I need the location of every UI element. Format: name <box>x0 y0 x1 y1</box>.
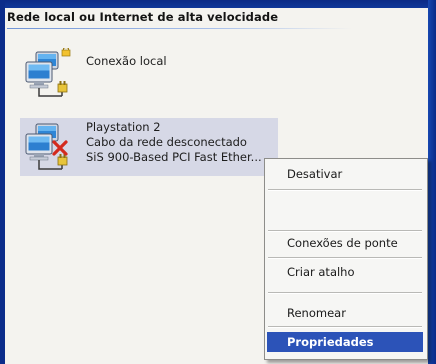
menu-separator <box>268 189 422 191</box>
connection-name: Playstation 2 <box>86 120 161 134</box>
menu-item-conexoes-de-ponte[interactable]: Conexões de ponte <box>267 233 423 253</box>
menu-separator <box>268 326 422 328</box>
menu-separator <box>268 292 422 294</box>
connection-item-playstation-2[interactable]: Playstation 2 Cabo da rede desconectado … <box>20 118 278 176</box>
menu-separator <box>268 257 422 259</box>
connection-device: SiS 900-Based PCI Fast Ether... <box>86 150 262 164</box>
connection-item-local[interactable]: Conexão local <box>20 47 180 118</box>
menu-item-renomear[interactable]: Renomear <box>267 303 423 323</box>
menu-item-criar-atalho[interactable]: Criar atalho <box>267 262 423 282</box>
desktop-background-right <box>428 0 436 364</box>
network-connection-icon <box>22 47 76 100</box>
group-header-title: Rede local ou Internet de alta velocidad… <box>7 10 279 24</box>
group-header-divider <box>7 28 352 29</box>
connection-name: Conexão local <box>86 54 167 68</box>
context-menu: Desativar Conexões de ponte Criar atalho… <box>264 158 428 360</box>
menu-separator <box>268 230 422 232</box>
menu-item-propriedades[interactable]: Propriedades <box>267 332 423 352</box>
network-disconnected-icon <box>22 122 76 174</box>
menu-item-desativar[interactable]: Desativar <box>267 164 423 184</box>
connection-status: Cabo da rede desconectado <box>86 135 247 149</box>
